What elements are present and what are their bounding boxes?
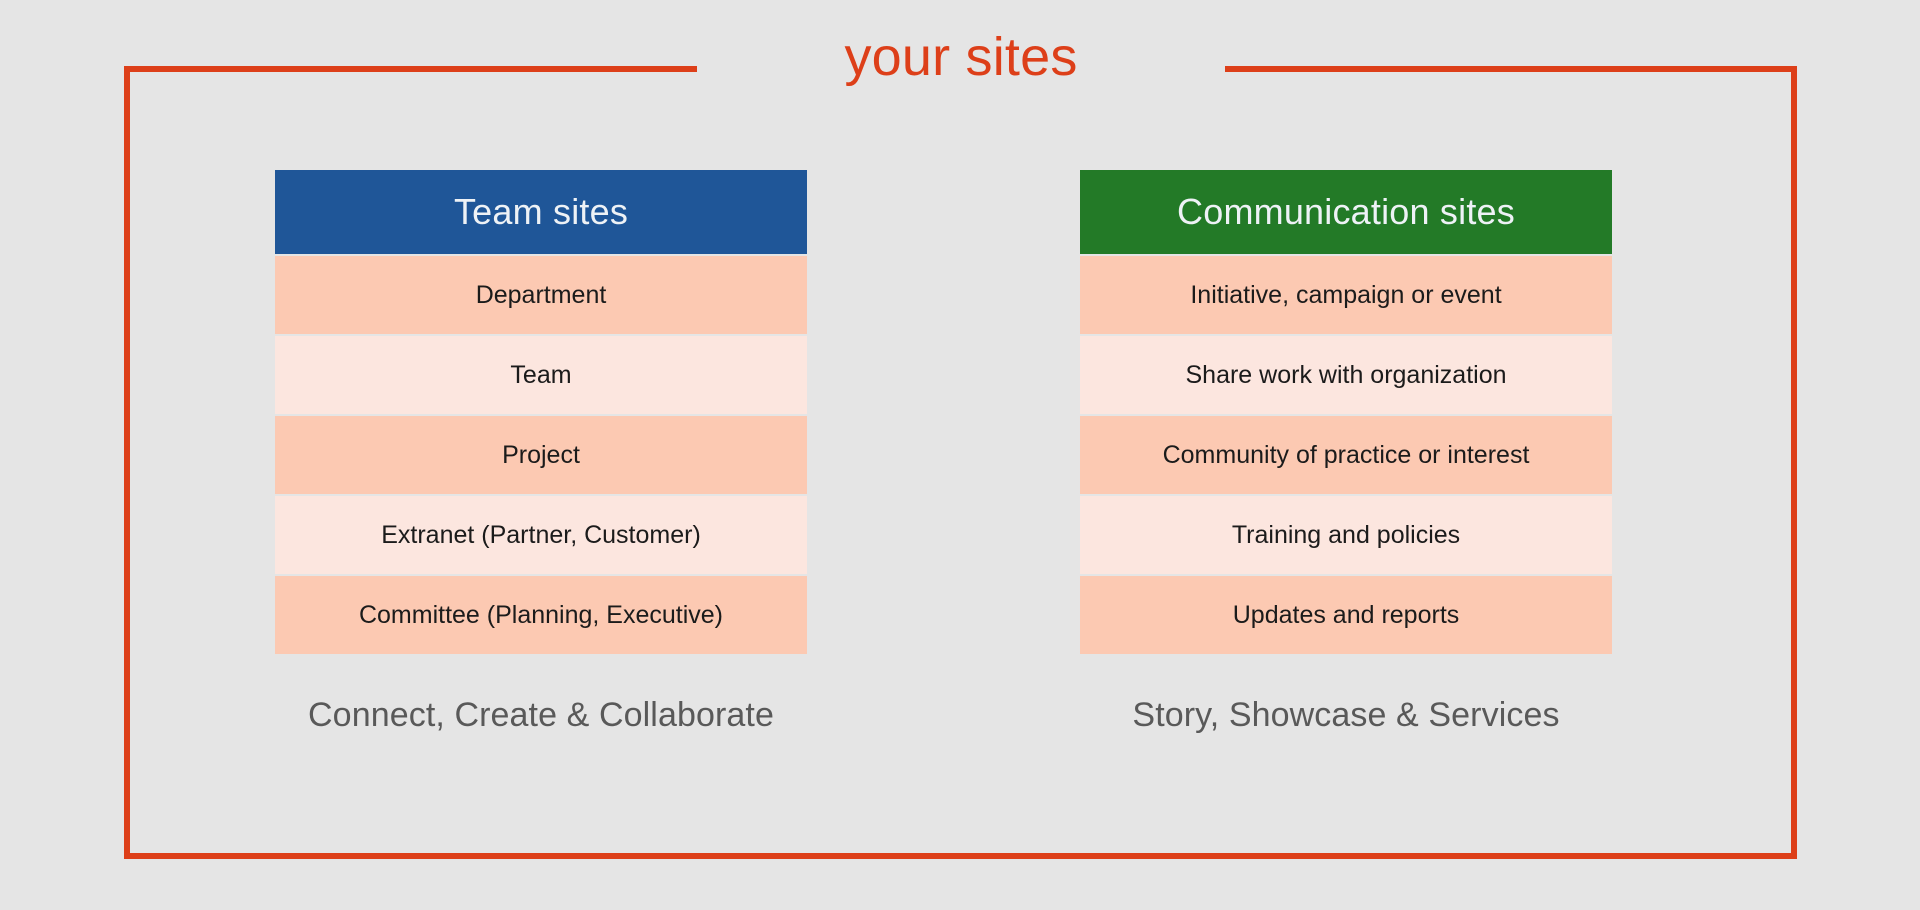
table-row: Share work with organization [1080, 336, 1612, 414]
table-row: Initiative, campaign or event [1080, 256, 1612, 334]
table-row: Updates and reports [1080, 576, 1612, 654]
table-row: Committee (Planning, Executive) [275, 576, 807, 654]
column-caption-communication-sites: Story, Showcase & Services [1132, 696, 1560, 734]
column-header-team-sites: Team sites [275, 170, 807, 254]
table-row: Training and policies [1080, 496, 1612, 574]
column-header-communication-sites: Communication sites [1080, 170, 1612, 254]
column-team-sites: Team sites Department Team Project Extra… [275, 170, 807, 735]
column-caption-team-sites: Connect, Create & Collaborate [308, 696, 774, 734]
table-row: Community of practice or interest [1080, 416, 1612, 494]
table-row: Extranet (Partner, Customer) [275, 496, 807, 574]
frame-border-top-left [124, 66, 697, 72]
frame-border-top-right [1225, 66, 1797, 72]
table-row: Team [275, 336, 807, 414]
columns-container: Team sites Department Team Project Extra… [124, 170, 1797, 770]
table-row: Project [275, 416, 807, 494]
table-row: Department [275, 256, 807, 334]
diagram-canvas: your sites Team sites Department Team Pr… [0, 0, 1920, 910]
diagram-title: your sites [844, 27, 1078, 87]
frame-border-bottom [124, 853, 1797, 859]
column-communication-sites: Communication sites Initiative, campaign… [1080, 170, 1612, 735]
